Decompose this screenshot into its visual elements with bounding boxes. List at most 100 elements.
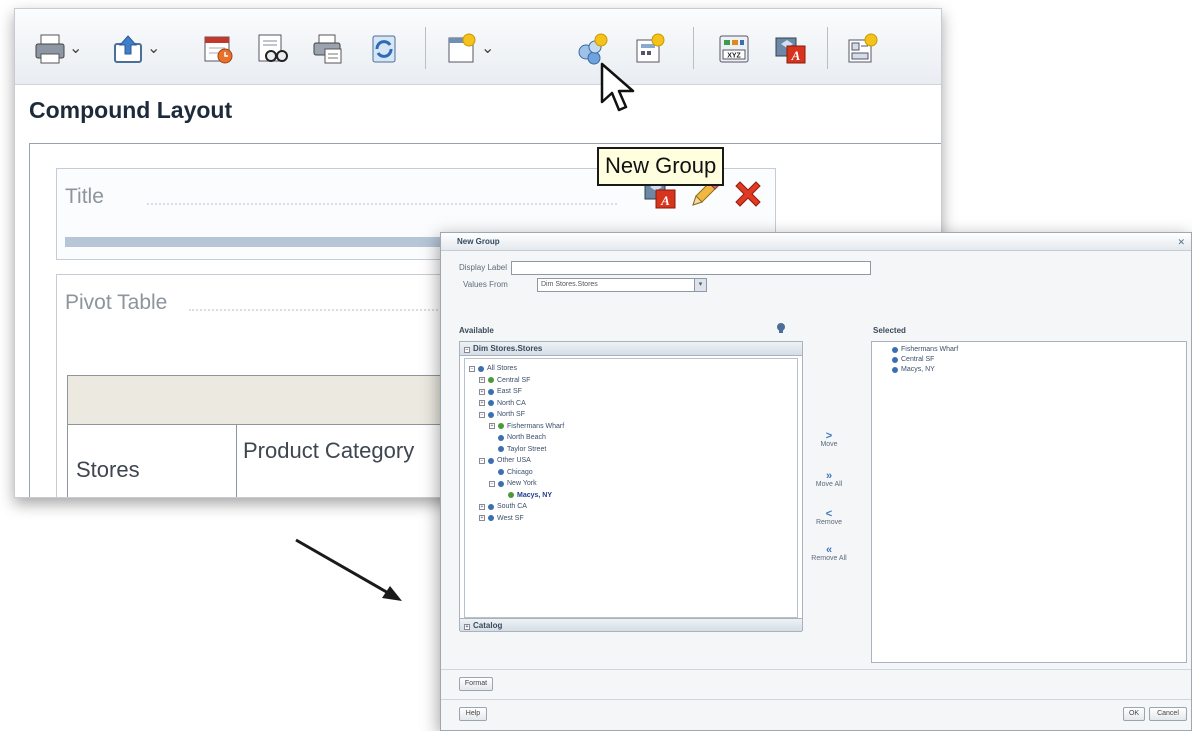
- export-icon: [111, 32, 145, 66]
- chevron-down-icon: ▾: [694, 279, 706, 291]
- catalog-label: Catalog: [473, 621, 503, 630]
- dotted-rule: [147, 203, 617, 211]
- tree-item-label: West SF: [497, 514, 524, 522]
- display-label-input[interactable]: [511, 261, 871, 275]
- expand-icon[interactable]: +: [479, 515, 485, 521]
- remove-button[interactable]: < Remove: [801, 509, 857, 527]
- tree-item[interactable]: + East SF: [479, 388, 522, 395]
- move-all-icon: »: [825, 470, 833, 482]
- expand-icon[interactable]: +: [479, 388, 485, 395]
- column-header-label: Stores: [76, 457, 140, 482]
- tree-item[interactable]: − Other USA: [479, 457, 531, 464]
- tree-item[interactable]: − All Stores: [469, 365, 517, 372]
- member-icon: [892, 346, 898, 353]
- selected-item[interactable]: Central SF: [892, 356, 934, 363]
- format-button[interactable]: Format: [459, 677, 493, 691]
- member-icon: [488, 457, 494, 464]
- tree-item[interactable]: + Central SF: [479, 377, 530, 384]
- remove-all-button[interactable]: «Remove All: [801, 545, 857, 563]
- collapse-icon[interactable]: −: [479, 411, 485, 418]
- selected-item[interactable]: Fishermans Wharf: [892, 346, 958, 353]
- available-panel: − Dim Stores.Stores − All Stores + Central S…: [459, 341, 803, 632]
- print-button[interactable]: ⌄: [33, 29, 82, 69]
- tree-item[interactable]: + West SF: [479, 515, 524, 522]
- tree-item-label: North SF: [497, 411, 526, 418]
- page-title: Compound Layout: [29, 97, 233, 123]
- values-from-select[interactable]: Dim Stores.Stores ▾: [537, 278, 707, 292]
- member-icon: [488, 400, 494, 406]
- expand-icon[interactable]: +: [479, 400, 485, 406]
- close-icon[interactable]: ✕: [1177, 237, 1185, 248]
- tree-item-label: New York: [507, 480, 537, 487]
- expand-icon[interactable]: +: [479, 377, 485, 383]
- move-button[interactable]: > Move: [801, 430, 857, 449]
- tree-item-label: North Beach: [507, 434, 546, 441]
- remove-view-icon[interactable]: [731, 177, 765, 216]
- data-model-icon: XYZ: [717, 32, 751, 66]
- expand-icon[interactable]: +: [479, 503, 485, 510]
- chevron-down-icon: ⌄: [147, 40, 161, 57]
- tree-item[interactable]: Macys, NY: [499, 492, 552, 499]
- member-icon: [498, 446, 504, 452]
- copy-layout-button[interactable]: [311, 29, 345, 69]
- preview-button[interactable]: [255, 29, 289, 69]
- remove-label: Remove: [815, 519, 843, 526]
- selected-list[interactable]: Fishermans Wharf Central SF Macys, NY: [871, 341, 1187, 663]
- tree-item[interactable]: − North SF: [479, 411, 525, 418]
- values-from-label: Values From: [463, 280, 508, 289]
- tree-item[interactable]: + Fishermans Wharf: [489, 423, 564, 430]
- insert-view-icon: [445, 32, 479, 66]
- export-button[interactable]: ⌄: [111, 29, 160, 69]
- pivot-table-view-label: Pivot Table: [65, 291, 168, 314]
- data-model-button[interactable]: XYZ: [717, 29, 751, 69]
- tree-item-label: All Stores: [487, 365, 517, 372]
- selected-heading: Selected: [873, 326, 906, 335]
- refresh-button[interactable]: [367, 29, 401, 69]
- member-tree: − All Stores + Central SF + East SF + North CA −…: [464, 358, 798, 618]
- tree-item[interactable]: Chicago: [489, 469, 533, 476]
- tree-item[interactable]: + South CA: [479, 503, 527, 510]
- collapse-icon[interactable]: −: [479, 457, 485, 464]
- selected-item[interactable]: Macys, NY: [892, 366, 935, 373]
- column-header-product-category[interactable]: Product Category: [236, 424, 456, 497]
- tree-item-label: Macys, NY: [517, 491, 553, 499]
- toolbar-divider: [425, 27, 426, 69]
- toolbar: ⌄ ⌄ ⌄ XYZ A: [15, 9, 941, 85]
- tree-item[interactable]: North Beach: [489, 434, 546, 441]
- svg-text:A: A: [791, 48, 801, 63]
- expand-icon[interactable]: +: [489, 423, 495, 429]
- search-icon[interactable]: [775, 322, 787, 336]
- help-button[interactable]: Help: [459, 707, 487, 721]
- properties-icon: [845, 32, 879, 66]
- move-all-button[interactable]: » Move All: [801, 470, 857, 489]
- member-icon: [892, 366, 898, 373]
- mouse-pointer-icon: [600, 62, 640, 123]
- move-icon: >: [825, 430, 833, 442]
- insert-view-button[interactable]: ⌄: [445, 29, 494, 69]
- ok-button[interactable]: OK: [1123, 707, 1145, 721]
- cancel-button[interactable]: Cancel: [1149, 707, 1187, 721]
- catalog-panel-header[interactable]: + Catalog: [460, 618, 802, 632]
- tree-item[interactable]: − New York: [489, 480, 537, 487]
- member-icon: [488, 411, 494, 418]
- properties-button[interactable]: [845, 29, 879, 69]
- collapse-icon[interactable]: −: [469, 365, 475, 372]
- schedule-button[interactable]: [201, 29, 235, 69]
- tree-item[interactable]: Taylor Street: [489, 446, 546, 453]
- new-group-icon: [575, 32, 609, 66]
- group-member-icon: [488, 377, 494, 383]
- column-header-stores[interactable]: Stores: [67, 424, 237, 497]
- schedule-icon: [201, 32, 235, 66]
- member-icon: [892, 356, 898, 363]
- available-panel-title: Dim Stores.Stores: [473, 344, 543, 353]
- selected-item-label: Central SF: [901, 356, 935, 363]
- move-all-label: Move All: [815, 481, 843, 488]
- expand-icon: +: [464, 624, 470, 630]
- tree-item-label: Chicago: [507, 468, 533, 476]
- tree-item[interactable]: + North CA: [479, 400, 526, 407]
- collapse-icon[interactable]: −: [489, 480, 495, 487]
- toolbar-divider: [693, 27, 694, 69]
- format-button[interactable]: A: [773, 29, 807, 69]
- values-from-value: Dim Stores.Stores: [541, 281, 598, 288]
- available-panel-header[interactable]: − Dim Stores.Stores: [460, 342, 802, 356]
